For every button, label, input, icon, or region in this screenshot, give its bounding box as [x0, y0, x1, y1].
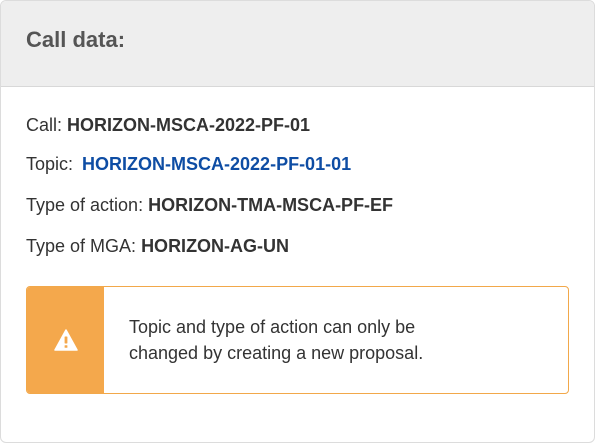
call-data-card: Call data: Call: HORIZON-MSCA-2022-PF-01…: [0, 0, 595, 443]
type-of-mga-label: Type of MGA:: [26, 236, 137, 256]
type-of-mga-value: HORIZON-AG-UN: [141, 236, 290, 256]
call-row: Call: HORIZON-MSCA-2022-PF-01: [26, 113, 310, 137]
type-of-mga-row: Type of MGA: HORIZON-AG-UN: [26, 234, 289, 258]
topic-label: Topic:: [26, 154, 74, 174]
topic-row: Topic: HORIZON-MSCA-2022-PF-01-01: [26, 152, 351, 176]
warning-message: Topic and type of action can only be cha…: [104, 287, 423, 393]
warning-alert: Topic and type of action can only be cha…: [26, 286, 569, 394]
warning-line-2: changed by creating a new proposal.: [129, 343, 424, 363]
type-of-action-row: Type of action: HORIZON-TMA-MSCA-PF-EF: [26, 193, 393, 217]
warning-triangle-icon: [53, 329, 78, 351]
warning-icon-box: [27, 287, 104, 393]
call-label: Call:: [26, 115, 63, 135]
type-of-action-value: HORIZON-TMA-MSCA-PF-EF: [148, 195, 394, 215]
topic-link[interactable]: HORIZON-MSCA-2022-PF-01-01: [82, 154, 351, 174]
card-title: Call data:: [26, 26, 126, 52]
type-of-action-label: Type of action:: [26, 195, 144, 215]
warning-line-1: Topic and type of action can only be: [129, 317, 416, 337]
call-value: HORIZON-MSCA-2022-PF-01: [67, 115, 311, 135]
card-header: Call data:: [1, 1, 594, 87]
